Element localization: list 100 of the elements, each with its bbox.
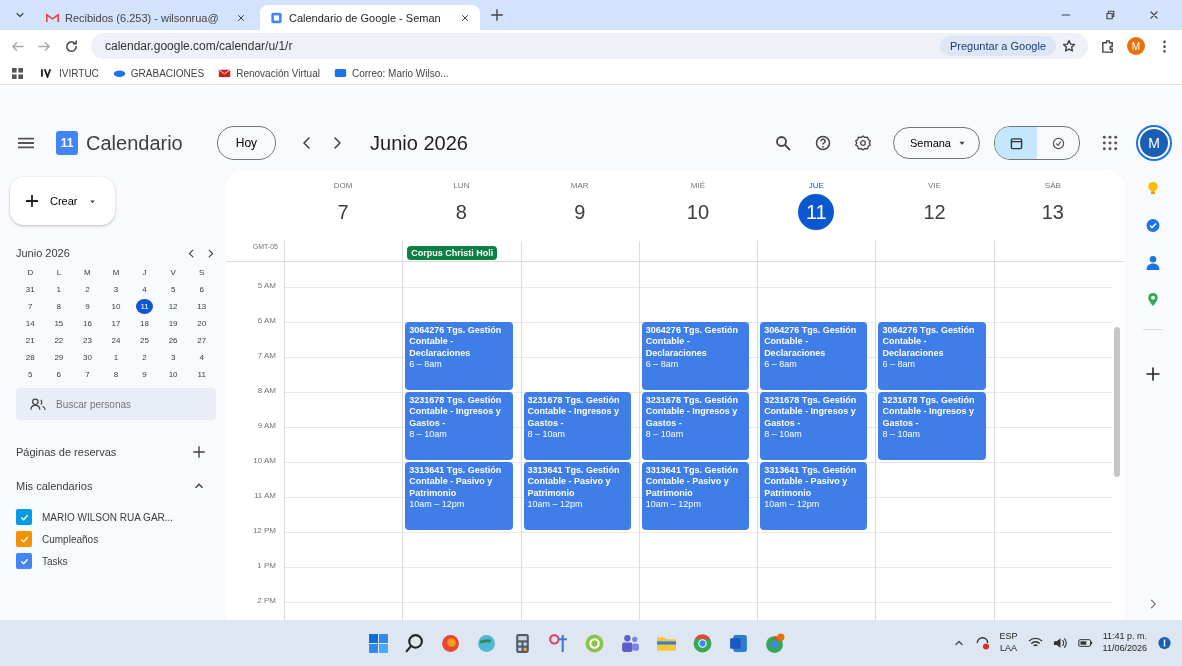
close-icon[interactable] bbox=[1148, 9, 1160, 21]
create-button[interactable]: Crear bbox=[10, 177, 115, 225]
new-tab-icon[interactable] bbox=[490, 8, 504, 22]
calendar-checkbox[interactable] bbox=[16, 553, 32, 569]
day-number[interactable]: 12 bbox=[916, 194, 953, 230]
date-cell[interactable]: 5 bbox=[21, 367, 39, 382]
date-cell[interactable]: 2 bbox=[136, 350, 154, 365]
menu-icon[interactable] bbox=[18, 137, 34, 149]
event-card[interactable]: 3231678 Tgs. Gestión Contable - Ingresos y Gastos - 8 – 10am bbox=[641, 392, 750, 460]
restore-icon[interactable] bbox=[1104, 9, 1116, 21]
event-card[interactable]: 3313641 Tgs. Gestión Contable - Pasivo y Patrimonio 10am – 12pm bbox=[760, 462, 868, 530]
apps-icon[interactable] bbox=[12, 67, 23, 79]
event-card[interactable]: 3313641 Tgs. Gestión Contable - Pasivo y Patrimonio 10am – 12pm bbox=[641, 462, 750, 530]
person-icon[interactable] bbox=[1146, 255, 1160, 270]
date-cell[interactable]: 20 bbox=[193, 316, 211, 331]
all-day-event[interactable]: Corpus Christi Holi bbox=[407, 246, 498, 260]
date-cell[interactable]: 7 bbox=[78, 367, 96, 382]
date-cell[interactable]: 5 bbox=[164, 282, 182, 297]
date-cell[interactable]: 27 bbox=[193, 333, 211, 348]
date-cell[interactable]: 1 bbox=[50, 282, 68, 297]
date-cell[interactable]: 6 bbox=[50, 367, 68, 382]
map-pin-icon[interactable] bbox=[1146, 292, 1160, 307]
date-cell[interactable]: 26 bbox=[164, 333, 182, 348]
date-cell[interactable]: 9 bbox=[78, 299, 96, 314]
calendar-checkbox[interactable] bbox=[16, 531, 32, 547]
event-card[interactable]: 3064276 Tgs. Gestión Contable - Declaraciones 6 – 8am bbox=[878, 322, 986, 390]
layout-label[interactable]: LAA bbox=[1000, 643, 1018, 655]
browser-icon[interactable] bbox=[439, 632, 461, 654]
calendar-view-button[interactable] bbox=[995, 127, 1037, 159]
date-cell[interactable]: 18 bbox=[136, 316, 154, 331]
windows-start-icon[interactable] bbox=[367, 632, 389, 654]
notification-icon[interactable] bbox=[1157, 636, 1172, 650]
search-people-field[interactable]: Buscar personas bbox=[16, 388, 216, 420]
network-warning-icon[interactable] bbox=[974, 636, 990, 650]
date-cell[interactable]: 7 bbox=[21, 299, 39, 314]
browser-tab[interactable]: Recibidos (6.253) - wilsonrua@ bbox=[36, 5, 256, 30]
teams-icon[interactable] bbox=[619, 632, 641, 654]
date-cell[interactable]: 15 bbox=[50, 316, 68, 331]
document-app-icon[interactable] bbox=[727, 632, 749, 654]
tab-close-icon[interactable] bbox=[236, 12, 246, 23]
tab-close-icon[interactable] bbox=[460, 12, 470, 23]
apps-grid-icon[interactable] bbox=[1102, 135, 1118, 151]
date-cell[interactable]: 4 bbox=[193, 350, 211, 365]
event-card[interactable]: 3313641 Tgs. Gestión Contable - Pasivo y Patrimonio 10am – 12pm bbox=[523, 462, 631, 530]
date-cell[interactable]: 22 bbox=[50, 333, 68, 348]
date-cell[interactable]: 14 bbox=[21, 316, 39, 331]
add-icon[interactable] bbox=[1145, 366, 1161, 382]
check-circle-icon[interactable] bbox=[1146, 218, 1160, 233]
snipping-icon[interactable] bbox=[547, 632, 569, 654]
date-cell[interactable]: 11 bbox=[193, 367, 211, 382]
event-card[interactable]: 3231678 Tgs. Gestión Contable - Ingresos y Gastos - 8 – 10am bbox=[878, 392, 986, 460]
event-card[interactable]: 3231678 Tgs. Gestión Contable - Ingresos y Gastos - 8 – 10am bbox=[760, 392, 868, 460]
clock-date[interactable]: 11/06/2026 bbox=[1102, 643, 1147, 655]
address-field[interactable]: calendar.google.com/calendar/u/1/r Preguntar a Google bbox=[91, 33, 1088, 59]
bookmark-link[interactable]: Correo: Mario Wilso... bbox=[333, 67, 449, 79]
date-cell[interactable]: 2 bbox=[78, 282, 96, 297]
search-icon[interactable] bbox=[403, 632, 425, 654]
help-icon[interactable] bbox=[815, 135, 831, 151]
event-card[interactable]: 3313641 Tgs. Gestión Contable - Pasivo y Patrimonio 10am – 12pm bbox=[405, 462, 513, 530]
event-card[interactable]: 3064276 Tgs. Gestión Contable - Declaraciones 6 – 8am bbox=[760, 322, 868, 390]
speaker-icon[interactable] bbox=[1052, 636, 1068, 650]
bookmark-link[interactable]: GRABACIONES bbox=[112, 67, 205, 79]
date-cell[interactable]: 9 bbox=[136, 367, 154, 382]
date-cell[interactable]: 24 bbox=[107, 333, 125, 348]
date-cell[interactable]: 3 bbox=[164, 350, 182, 365]
date-cell[interactable]: 21 bbox=[21, 333, 39, 348]
chrome-icon[interactable] bbox=[763, 632, 785, 654]
language-label[interactable]: ESP bbox=[999, 631, 1018, 643]
date-cell[interactable]: 3 bbox=[107, 282, 125, 297]
globe-icon[interactable] bbox=[475, 632, 497, 654]
day-number[interactable]: 9 bbox=[561, 194, 598, 230]
event-card[interactable]: 3231678 Tgs. Gestión Contable - Ingresos y Gastos - 8 – 10am bbox=[523, 392, 631, 460]
date-cell[interactable]: 11 bbox=[136, 299, 154, 314]
date-cell[interactable]: 10 bbox=[164, 367, 182, 382]
date-cell[interactable]: 23 bbox=[78, 333, 96, 348]
date-cell[interactable]: 25 bbox=[136, 333, 154, 348]
day-number[interactable]: 13 bbox=[1034, 194, 1071, 230]
date-cell[interactable]: 1 bbox=[107, 350, 125, 365]
settings-icon[interactable] bbox=[855, 135, 871, 151]
date-cell[interactable]: 12 bbox=[164, 299, 182, 314]
date-cell[interactable]: 19 bbox=[164, 316, 182, 331]
date-cell[interactable]: 8 bbox=[107, 367, 125, 382]
ask-google-button[interactable]: Preguntar a Google bbox=[940, 36, 1056, 56]
chrome-icon[interactable] bbox=[691, 632, 713, 654]
bookmark-link[interactable]: Renovación Virtual bbox=[218, 67, 320, 79]
scrollbar-thumb[interactable] bbox=[1114, 327, 1120, 477]
bookmark-link[interactable]: IVIRTUC bbox=[41, 67, 99, 79]
date-cell[interactable]: 29 bbox=[50, 350, 68, 365]
day-number[interactable]: 11 bbox=[798, 194, 835, 230]
event-card[interactable]: 3231678 Tgs. Gestión Contable - Ingresos y Gastos - 8 – 10am bbox=[405, 392, 513, 460]
battery-icon[interactable] bbox=[1077, 636, 1093, 650]
clock-time[interactable]: 11:41 p. m. bbox=[1102, 631, 1147, 643]
date-cell[interactable]: 17 bbox=[107, 316, 125, 331]
day-number[interactable]: 10 bbox=[680, 194, 716, 230]
day-number[interactable]: 8 bbox=[443, 194, 480, 230]
date-cell[interactable]: 8 bbox=[50, 299, 68, 314]
day-number[interactable]: 7 bbox=[325, 194, 362, 230]
date-cell[interactable]: 30 bbox=[78, 350, 96, 365]
date-cell[interactable]: 28 bbox=[21, 350, 39, 365]
date-cell[interactable]: 13 bbox=[193, 299, 211, 314]
